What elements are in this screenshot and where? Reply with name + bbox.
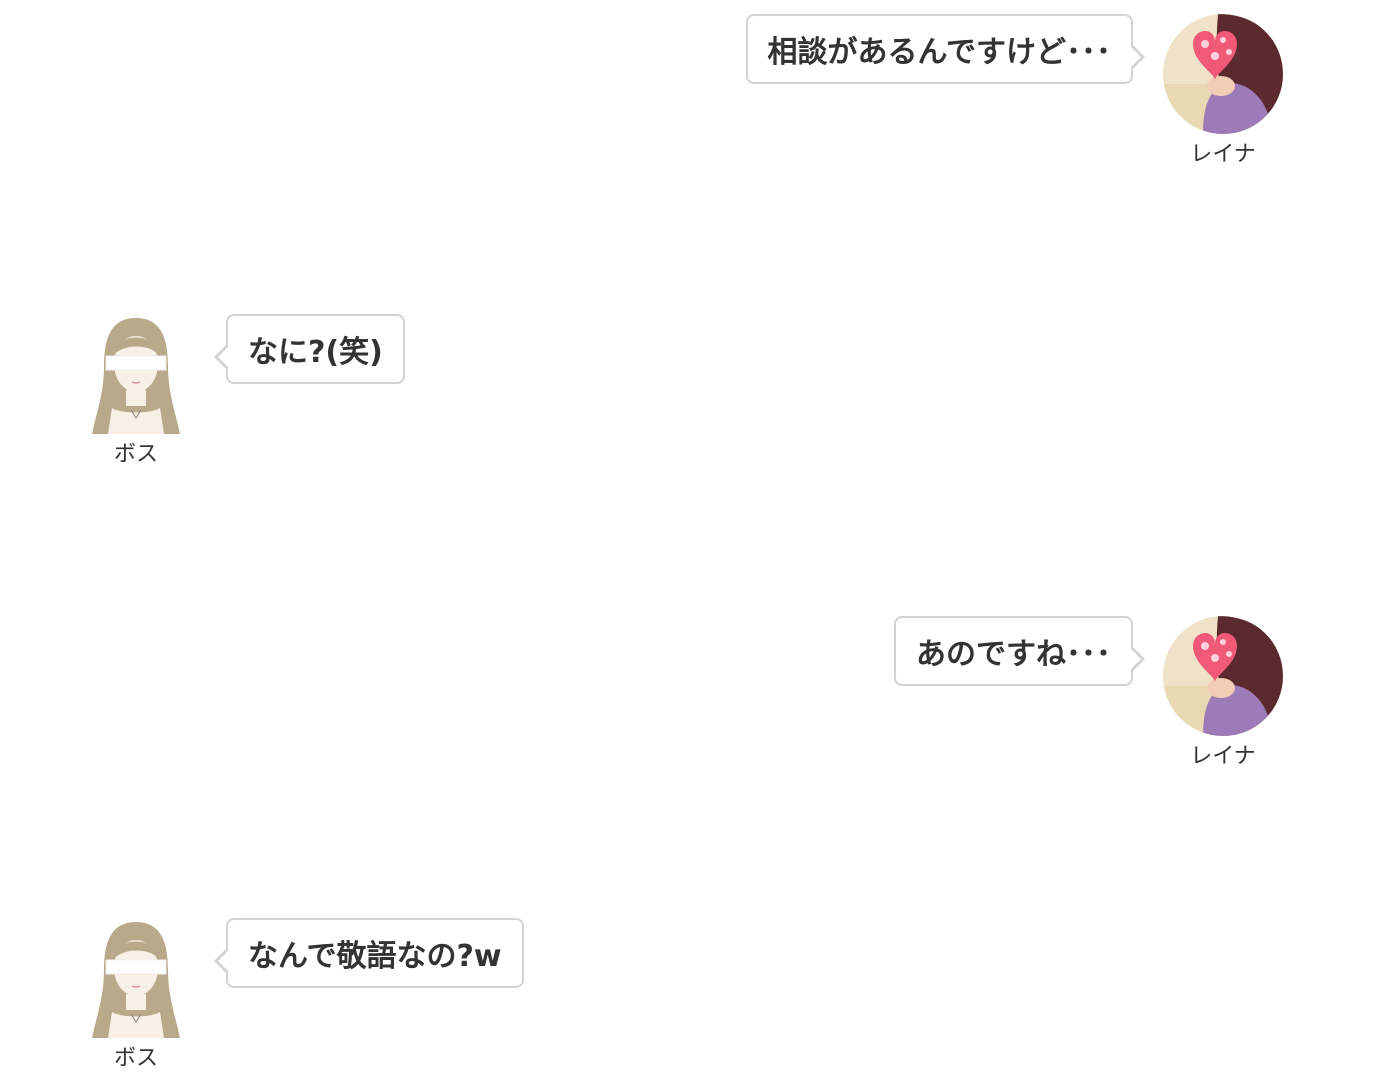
- speech-bubble: なに?(笑): [214, 314, 405, 384]
- speaker-boss: ボス: [76, 918, 196, 1072]
- speaker-name: ボス: [113, 442, 158, 467]
- speech-bubble: なんで敬語なの?w: [214, 918, 524, 988]
- speaker-name: レイナ: [1190, 744, 1256, 769]
- message-text: なんで敬語なの?w: [248, 939, 502, 974]
- message-text: あのですね･･･: [916, 637, 1111, 672]
- speaker-boss: ボス: [76, 314, 196, 468]
- message-text: 相談があるんですけど･･･: [767, 35, 1112, 70]
- chat-message-reina-1: 相談があるんですけど･･･ レイナ: [0, 0, 1391, 167]
- bubble-tail: [1129, 645, 1145, 673]
- bubble-tail: [1129, 43, 1145, 71]
- speaker-reina: レイナ: [1163, 14, 1283, 168]
- speaker-name: レイナ: [1190, 142, 1256, 167]
- chat-message-boss-1: なに?(笑) ボス: [0, 300, 1391, 467]
- chat-message-reina-2: あのですね･･･ レイナ: [0, 602, 1391, 769]
- bubble-tail: [214, 343, 230, 371]
- boss-avatar-icon: [92, 922, 180, 1038]
- speaker-reina: レイナ: [1163, 616, 1283, 770]
- speaker-name: ボス: [113, 1046, 158, 1071]
- reina-avatar-icon: [1163, 14, 1283, 134]
- reina-avatar-icon: [1163, 616, 1283, 736]
- boss-avatar-icon: [92, 318, 180, 434]
- chat-message-boss-2: なんで敬語なの?w ボス: [0, 904, 1391, 1071]
- message-text: なに?(笑): [248, 335, 383, 370]
- bubble-tail: [214, 947, 230, 975]
- speech-bubble: 相談があるんですけど･･･: [745, 14, 1145, 84]
- speech-bubble: あのですね･･･: [894, 616, 1145, 686]
